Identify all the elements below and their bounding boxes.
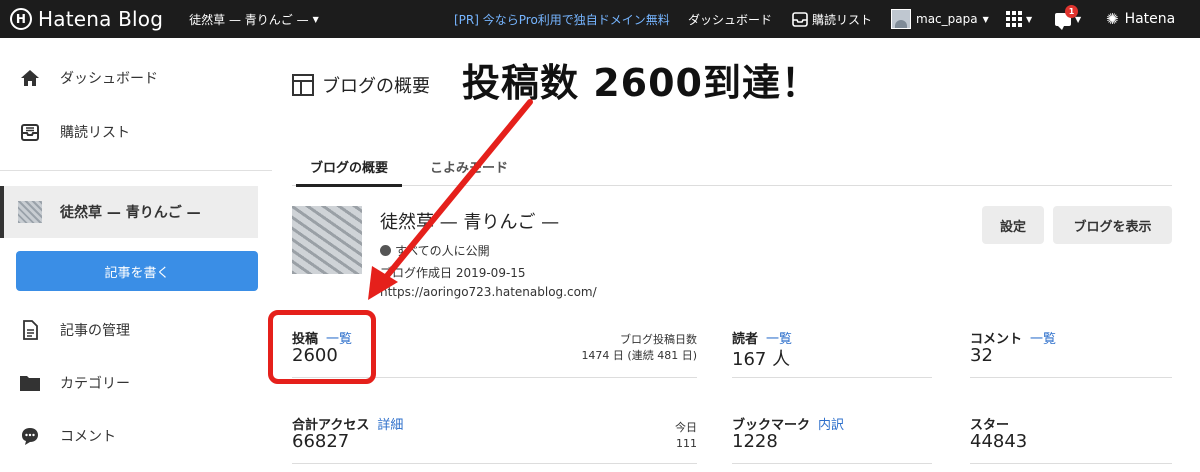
speech-bubble-icon: 1	[1055, 4, 1078, 30]
sidebar-item-comments[interactable]: コメント	[0, 410, 258, 462]
hatena-star-icon: ✺	[1106, 10, 1119, 28]
visibility-text: すべての人に公開	[395, 244, 490, 258]
posting-days: ブログ投稿日数 1474 日 (連続 481 日)	[581, 332, 697, 364]
hatena-blog-logo[interactable]: H Hatena Blog	[10, 7, 163, 31]
hatena-logo-icon: H	[10, 8, 32, 30]
write-post-button[interactable]: 記事を書く	[16, 251, 258, 291]
avatar	[891, 9, 911, 29]
today-value: 111	[676, 437, 697, 450]
comments-list-link[interactable]: 一覧	[1030, 328, 1056, 347]
sidebar-item-categories[interactable]: カテゴリー	[0, 357, 258, 409]
folder-icon	[18, 374, 42, 392]
sidebar-item-current-blog[interactable]: 徒然草 — 青りんご —	[0, 186, 258, 238]
user-menu[interactable]: mac_papa ▼	[891, 0, 989, 38]
blog-visibility: すべての人に公開	[380, 242, 490, 259]
sidebar-item-label: カテゴリー	[60, 376, 130, 392]
stat-value: 44843	[970, 431, 1028, 452]
sidebar-item-label: 徒然草 — 青りんご —	[60, 205, 201, 221]
inbox-icon	[792, 11, 808, 27]
pr-promo-link[interactable]: [PR] 今ならPro利用で独自ドメイン無料	[454, 11, 670, 28]
chevron-down-icon: ▼	[982, 14, 989, 24]
annotation-headline: 投稿数 2600到達！	[462, 61, 820, 105]
access-details-link[interactable]: 詳細	[377, 414, 403, 433]
comment-icon	[18, 426, 42, 446]
chevron-down-icon: ▼	[312, 14, 319, 24]
stat-value: 66827	[292, 431, 350, 452]
blog-url[interactable]: https://aoringo723.hatenablog.com/	[380, 285, 597, 299]
sidebar: ダッシュボード 購読リスト 徒然草 — 青りんご — 記事を書く 記事の管理 カ…	[0, 38, 272, 472]
annotation-highlight-box	[268, 310, 376, 384]
subscriptions-label: 購読リスト	[812, 12, 873, 27]
today-access: 今日 111	[675, 420, 697, 452]
top-navigation-bar: H Hatena Blog 徒然草 — 青りんご — ▼ [PR] 今ならPro…	[0, 0, 1200, 38]
home-icon	[18, 69, 42, 87]
posting-days-label: ブログ投稿日数	[620, 333, 697, 346]
apps-grid-icon	[1006, 11, 1022, 27]
hatena-label: Hatena	[1124, 11, 1176, 27]
brand-name: Hatena Blog	[38, 7, 164, 31]
notification-badge: 1	[1065, 4, 1078, 18]
stat-value: 32	[970, 345, 993, 366]
sidebar-item-manage-posts[interactable]: 記事の管理	[0, 304, 258, 356]
stat-readers: 読者 一覧 167 人	[732, 328, 932, 378]
blog-selector[interactable]: 徒然草 — 青りんご — ▼	[189, 11, 319, 28]
notifications-button[interactable]: 1 ▼	[1055, 0, 1081, 38]
settings-button[interactable]: 設定	[982, 206, 1044, 244]
view-blog-button[interactable]: ブログを表示	[1053, 206, 1172, 244]
sidebar-item-subscriptions[interactable]: 購読リスト	[0, 106, 258, 158]
sidebar-item-label: 購読リスト	[60, 125, 130, 141]
page-title: ブログの概要	[292, 72, 430, 98]
apps-menu[interactable]: ▼	[1006, 0, 1032, 38]
bookmarks-breakdown-link[interactable]: 内訳	[818, 414, 844, 433]
sidebar-item-dashboard[interactable]: ダッシュボード	[0, 52, 258, 104]
globe-icon	[380, 245, 391, 256]
username: mac_papa	[916, 12, 978, 26]
stat-total-access: 合計アクセス 詳細 66827 今日 111	[292, 414, 697, 464]
page-title-text: ブログの概要	[322, 76, 430, 97]
layout-icon	[292, 74, 314, 96]
sidebar-divider	[0, 170, 272, 171]
stat-value: 167 人	[732, 349, 791, 370]
stat-bookmarks: ブックマーク 内訳 1228	[732, 414, 932, 464]
dashboard-link[interactable]: ダッシュボード	[688, 0, 772, 38]
sidebar-item-label: コメント	[60, 429, 116, 445]
stat-value: 1228	[732, 431, 778, 452]
today-label: 今日	[675, 421, 697, 434]
document-icon	[18, 320, 42, 340]
blog-created-date: ブログ作成日 2019-09-15	[380, 266, 526, 280]
tab-calendar-mode[interactable]: こよみモード	[430, 146, 508, 186]
blog-name: 徒然草 — 青りんご —	[380, 212, 560, 233]
blog-thumbnail	[292, 206, 362, 274]
tab-bar: ブログの概要 こよみモード	[292, 146, 1172, 187]
inbox-icon	[18, 122, 42, 142]
sidebar-item-label: 記事の管理	[60, 323, 130, 339]
blog-thumbnail-icon	[18, 201, 42, 223]
main-content: ブログの概要 投稿数 2600到達！ ブログの概要 こよみモード 徒然草 — 青…	[272, 38, 1200, 472]
sidebar-item-label: ダッシュボード	[60, 71, 158, 87]
posting-days-value: 1474 日 (連続 481 日)	[581, 349, 697, 362]
hatena-link[interactable]: ✺ Hatena	[1106, 0, 1175, 38]
stat-comments: コメント 一覧 32	[970, 328, 1172, 378]
blog-selector-label: 徒然草 — 青りんご —	[189, 12, 309, 27]
subscriptions-link[interactable]: 購読リスト	[792, 0, 872, 38]
stat-stars: スター 44843	[970, 414, 1172, 464]
chevron-down-icon: ▼	[1026, 14, 1033, 24]
tab-blog-overview[interactable]: ブログの概要	[295, 146, 403, 187]
